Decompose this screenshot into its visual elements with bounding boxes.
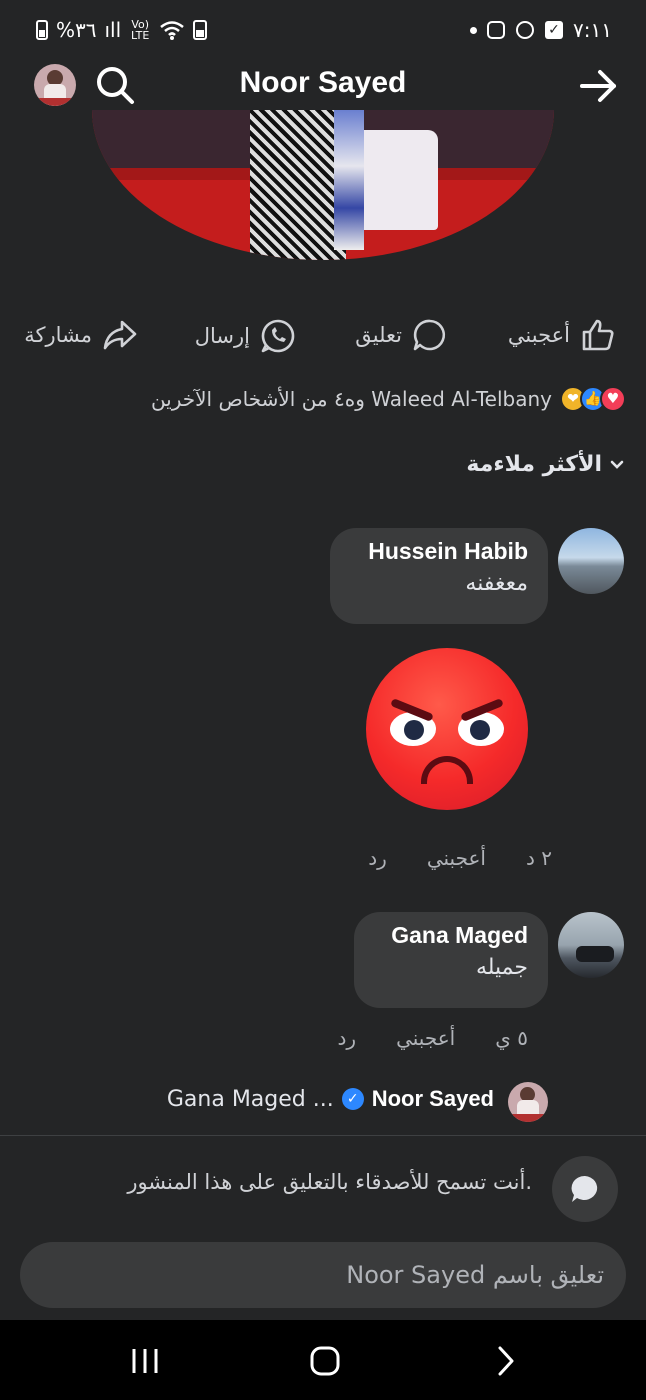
comment-like-link[interactable]: أعجبني [396,1026,455,1050]
angry-emoji-sticker [366,648,528,810]
status-left: %٣٦ ıll Vo) LTE [36,18,208,42]
comment-like-link[interactable]: أعجبني [427,846,486,870]
commenter-avatar[interactable] [558,528,624,594]
comment-bubble-icon [413,319,446,351]
back-nav-icon[interactable] [490,1344,520,1378]
recent-apps-icon[interactable] [128,1346,162,1376]
like-button[interactable]: أعجبني [508,318,616,352]
comment-reply-link[interactable]: رد [338,1026,357,1050]
page-title: Noor Sayed [239,66,407,99]
battery-icon [36,20,48,40]
check-notification-icon: ✓ [545,21,564,39]
reactions-summary[interactable]: Waleed Al-Telbany وه٤ من الأشخاص الآخرين… [151,386,626,412]
thumbs-up-icon [582,319,614,351]
post-actions-bar: أعجبني تعليق إرسال مشاركة [0,318,646,368]
sort-label: الأكثر ملاءمة [466,452,602,477]
back-arrow-icon[interactable] [578,66,620,106]
comment-permission-icon [552,1156,618,1222]
whatsapp-status-icon [516,21,535,39]
reactions-text: Waleed Al-Telbany وه٤ من الأشخاص الآخرين [150,387,552,411]
reply-author-avatar[interactable] [508,1082,548,1122]
like-label: أعجبني [507,323,570,347]
signal-bars: ıll [104,18,122,42]
divider [0,1135,646,1136]
comment-meta: ٥ ي أعجبني رد [338,1026,528,1050]
instagram-icon [487,21,506,39]
share-arrow-icon [103,320,137,350]
share-label: مشاركة [24,323,92,347]
reply-author: Noor Sayed [371,1086,494,1111]
chat-bubble-icon [571,1175,598,1202]
comment-sort-dropdown[interactable]: الأكثر ملاءمة [466,452,624,477]
status-bar: %٣٦ ıll Vo) LTE ✓ ٧:١١ [0,0,646,56]
comment-input[interactable] [20,1242,626,1308]
battery-percent: %٣٦ [56,18,97,42]
comment-text: معغفنه [465,571,528,596]
comment-bubble: Hussein Habib معغفنه [330,528,548,624]
send-label: إرسال [194,324,250,348]
notification-dot-icon [470,26,478,34]
share-button[interactable]: مشاركة [24,318,138,352]
comment-permission-text: أنت تسمح للأصدقاء بالتعليق على هذا المنش… [127,1170,532,1194]
comment-meta: ٢ د أعجبني رد [368,846,552,870]
reply-preview[interactable]: Gana Maged ... ✓ Noor Sayed [167,1086,494,1112]
reply-snippet: Gana Maged ... [166,1086,334,1112]
clock: ٧:١١ [573,18,612,42]
chevron-down-icon [610,460,624,469]
comment-button[interactable]: تعليق [355,318,448,352]
home-icon[interactable] [308,1344,342,1378]
post-image[interactable] [92,110,554,260]
whatsapp-icon [261,319,295,353]
heart-react-icon: ♥ [600,386,626,412]
comment-time: ٢ د [525,846,552,870]
commenter-avatar[interactable] [558,912,624,978]
battery-saver-icon [193,20,208,40]
status-right: ✓ ٧:١١ [470,18,612,42]
volte-label: Vo) LTE [131,18,150,42]
comment-text: جميله [475,955,528,980]
send-button[interactable]: إرسال [195,318,296,354]
comment-author[interactable]: Gana Maged [374,922,528,949]
comment-reply-link[interactable]: رد [368,846,387,870]
comment-bubble: Gana Maged جميله [354,912,548,1008]
comment-time: ٥ ي [495,1026,528,1050]
comment-label: تعليق [355,323,402,347]
wifi-icon [160,21,184,40]
verified-badge-icon: ✓ [341,1088,364,1110]
android-nav-bar [0,1320,646,1400]
comment-author[interactable]: Hussein Habib [350,538,528,565]
